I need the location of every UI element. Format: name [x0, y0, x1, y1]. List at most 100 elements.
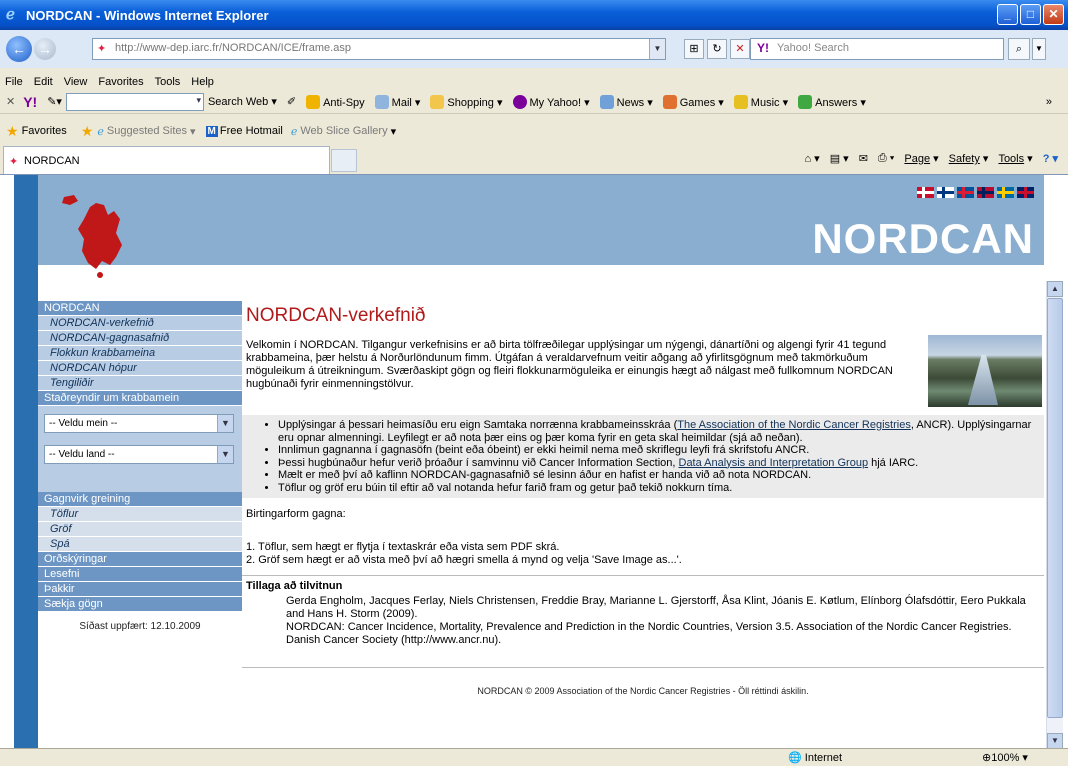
zoom-control[interactable]: ⊕100% ▾: [982, 751, 1028, 764]
my-yahoo-icon: [512, 94, 527, 109]
search-options-icon[interactable]: ▼: [1032, 38, 1046, 60]
home-icon[interactable]: ⌂ ▾: [804, 152, 819, 165]
flag-iceland-icon[interactable]: [957, 187, 974, 198]
my-yahoo-button[interactable]: My Yahoo! ▾: [512, 94, 590, 109]
menu-file[interactable]: File: [5, 76, 23, 90]
answers-button[interactable]: Answers ▾: [798, 94, 866, 109]
intro-text: Velkomin í NORDCAN. Tilgangur verkefnisi…: [246, 339, 893, 390]
sidebar-item-flokkun[interactable]: Flokkun krabbameina: [38, 346, 242, 360]
sidebar: NORDCAN NORDCAN-verkefnið NORDCAN-gagnas…: [38, 301, 242, 632]
menu-tools[interactable]: Tools: [155, 76, 181, 90]
forward-button[interactable]: →: [34, 38, 56, 60]
tab-nordcan[interactable]: ✦ NORDCAN: [3, 146, 330, 174]
toolbar-search-field[interactable]: [65, 92, 204, 111]
search-button[interactable]: ⌕: [1008, 38, 1030, 60]
back-button[interactable]: ←: [6, 36, 32, 62]
close-button[interactable]: ✕: [1043, 4, 1064, 25]
address-dropdown-icon[interactable]: ▼: [649, 39, 665, 59]
print-icon[interactable]: ⎙ ▾: [878, 152, 894, 165]
menu-favorites[interactable]: Favorites: [98, 76, 143, 90]
anti-spy-button[interactable]: Anti-Spy: [306, 94, 365, 109]
compatibility-icon[interactable]: ⊞: [684, 39, 704, 59]
bullet-ownership-pre: Upplýsingar á þessari heimasíðu eru eign…: [278, 419, 678, 431]
ancr-link[interactable]: The Association of the Nordic Cancer Reg…: [677, 419, 911, 431]
scroll-up-icon[interactable]: ▲: [1047, 281, 1063, 297]
feeds-icon[interactable]: ▤ ▾: [830, 152, 849, 165]
data-analysis-group-link[interactable]: Data Analysis and Interpretation Group: [679, 457, 869, 469]
country-select-arrow-icon[interactable]: ▼: [217, 446, 233, 463]
citation-section: Tillaga að tilvitnun Gerda Engholm, Jacq…: [242, 575, 1044, 647]
address-bar[interactable]: ✦ http://www-dep.iarc.fr/NORDCAN/ICE/fra…: [92, 38, 666, 60]
webslice-dropdown-icon[interactable]: ▾: [391, 125, 397, 138]
close-toolbar-icon[interactable]: ✕: [6, 95, 15, 108]
sidebar-item-tables[interactable]: Töflur: [38, 507, 242, 521]
shopping-button[interactable]: Shopping ▾: [430, 94, 503, 109]
landscape-photo: [928, 335, 1042, 407]
safety-menu-label: Safety: [948, 153, 980, 165]
cancer-select[interactable]: -- Veldu mein -- ▼: [44, 414, 234, 433]
address-url: http://www-dep.iarc.fr/NORDCAN/ICE/frame…: [115, 42, 351, 54]
safety-menu[interactable]: Safety ▾: [949, 152, 989, 165]
toolbar-overflow-icon[interactable]: »: [1046, 96, 1052, 108]
security-zone: 🌐 Internet: [788, 751, 842, 764]
menu-edit[interactable]: Edit: [34, 76, 53, 90]
games-button[interactable]: Games ▾: [662, 94, 724, 109]
mail-button[interactable]: Mail ▾: [374, 94, 420, 109]
country-select[interactable]: -- Veldu land -- ▼: [44, 445, 234, 464]
sidebar-item-thanks[interactable]: Þakkir: [38, 582, 242, 596]
tab-row: ✦ NORDCAN ⌂ ▾ ▤ ▾ ✉ ⎙ ▾ Page ▾ Safety ▾ …: [0, 144, 1068, 174]
page-title: NORDCAN-verkefnið: [246, 305, 426, 326]
suggested-sites-icon: ℯ: [97, 125, 104, 138]
favorites-button[interactable]: Favorites: [22, 125, 67, 137]
flag-denmark-icon[interactable]: [917, 187, 934, 198]
suggested-sites-link[interactable]: Suggested Sites: [107, 125, 187, 137]
flag-uk-icon[interactable]: [1017, 187, 1034, 198]
yahoo-search-input[interactable]: Y! Yahoo! Search: [750, 38, 1004, 60]
search-web-button[interactable]: Search Web ▾: [208, 95, 277, 108]
highlight-icon[interactable]: ✐: [287, 95, 296, 108]
sidebar-item-verkefnid[interactable]: NORDCAN-verkefnið: [38, 316, 242, 330]
flag-finland-icon[interactable]: [937, 187, 954, 198]
cancer-select-arrow-icon[interactable]: ▼: [217, 415, 233, 432]
scroll-down-icon[interactable]: ▼: [1047, 733, 1063, 749]
add-favorites-icon[interactable]: ★: [81, 123, 94, 140]
music-button[interactable]: Music ▾: [733, 94, 788, 109]
flag-sweden-icon[interactable]: [997, 187, 1014, 198]
new-tab-button[interactable]: [331, 149, 357, 172]
tools-menu[interactable]: Tools ▾: [998, 152, 1032, 165]
refresh-icon[interactable]: ↻: [707, 39, 727, 59]
sidebar-item-download[interactable]: Sækja gögn: [38, 597, 242, 611]
bullet-software-post: hjá IARC.: [868, 456, 919, 469]
sidebar-item-hopur[interactable]: NORDCAN hópur: [38, 361, 242, 375]
sidebar-item-graphs[interactable]: Gröf: [38, 522, 242, 536]
address-row: ← → ✦ http://www-dep.iarc.fr/NORDCAN/ICE…: [0, 30, 1068, 68]
yahoo-logo-icon[interactable]: Y!: [23, 94, 37, 110]
flag-norway-icon[interactable]: [977, 187, 994, 198]
news-button[interactable]: News ▾: [599, 94, 653, 109]
free-hotmail-link[interactable]: Free Hotmail: [220, 125, 283, 137]
minimize-button[interactable]: _: [997, 4, 1018, 25]
sidebar-item-gagnasafnid[interactable]: NORDCAN-gagnasafnið: [38, 331, 242, 345]
vertical-scrollbar[interactable]: ▲ ▼: [1046, 281, 1063, 749]
web-slice-gallery-link[interactable]: Web Slice Gallery: [300, 125, 387, 137]
stop-icon[interactable]: ✕: [730, 39, 750, 59]
sidebar-item-prediction[interactable]: Spá: [38, 537, 242, 551]
sidebar-head-nordcan[interactable]: NORDCAN: [38, 301, 242, 315]
music-icon: [733, 94, 748, 109]
tools-menu-label: Tools: [998, 153, 1025, 165]
read-mail-icon[interactable]: ✉: [859, 152, 868, 165]
scroll-thumb[interactable]: [1047, 298, 1063, 718]
news-icon: [599, 94, 614, 109]
suggested-dropdown-icon[interactable]: ▾: [190, 125, 196, 138]
menu-view[interactable]: View: [64, 76, 88, 90]
page-menu[interactable]: Page ▾: [904, 152, 938, 165]
menu-help[interactable]: Help: [191, 76, 214, 90]
pencil-icon[interactable]: ✎▾: [47, 95, 62, 108]
sidebar-item-glossary[interactable]: Orðskýringar: [38, 552, 242, 566]
sidebar-item-tengilidir[interactable]: Tengiliðir: [38, 376, 242, 390]
maximize-button[interactable]: □: [1020, 4, 1041, 25]
answers-label: Answers: [815, 96, 858, 109]
help-icon[interactable]: ? ▾: [1043, 152, 1058, 165]
sidebar-item-reading[interactable]: Lesefni: [38, 567, 242, 581]
tab-favicon-icon: ✦: [9, 156, 19, 168]
